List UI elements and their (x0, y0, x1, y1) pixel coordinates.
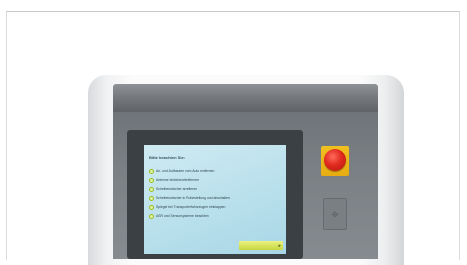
instruction-item: Scheibenwischer in Ruhestellung und absc… (149, 194, 230, 202)
touchscreen[interactable]: Bitte beachten Sie: An- und Aufbauten vo… (144, 145, 286, 254)
check-circle-icon (149, 186, 154, 192)
check-circle-icon (149, 177, 154, 183)
instruction-text: Scheibenwischer in Ruhestellung und absc… (156, 196, 230, 200)
arrow-right-icon: ▸ (278, 242, 281, 249)
instruction-item: Scheibenwischer arretieren (149, 185, 197, 193)
instruction-text: An- und Aufbauten vom Auto entfernen (156, 169, 215, 173)
check-circle-icon (149, 168, 154, 174)
top-bezel (113, 84, 378, 112)
instruction-text: Antenne einfahren/entfernen (156, 178, 199, 182)
instruction-text: Scheibenwischer arretieren (156, 187, 198, 191)
instruction-text: Spiegel bei Transporterfahrzeugen einkla… (156, 205, 226, 209)
instruction-text: ASR und Sensorsysteme beachten (156, 214, 209, 218)
check-circle-icon (149, 204, 154, 210)
confirm-button[interactable]: ▸ (239, 241, 283, 250)
instruction-item: An- und Aufbauten vom Auto entfernen (149, 167, 214, 175)
instruction-item: ASR und Sensorsysteme beachten (149, 212, 209, 220)
card-reader[interactable]: ⌖ (323, 198, 347, 230)
check-circle-icon (149, 213, 154, 219)
instructions-heading: Bitte beachten Sie: (149, 155, 186, 160)
nfc-card-reader-icon: ⌖ (331, 206, 339, 222)
check-circle-icon (149, 195, 154, 201)
emergency-stop-button[interactable] (324, 149, 346, 171)
instruction-item: Spiegel bei Transporterfahrzeugen einkla… (149, 203, 225, 211)
instruction-item: Antenne einfahren/entfernen (149, 176, 199, 184)
